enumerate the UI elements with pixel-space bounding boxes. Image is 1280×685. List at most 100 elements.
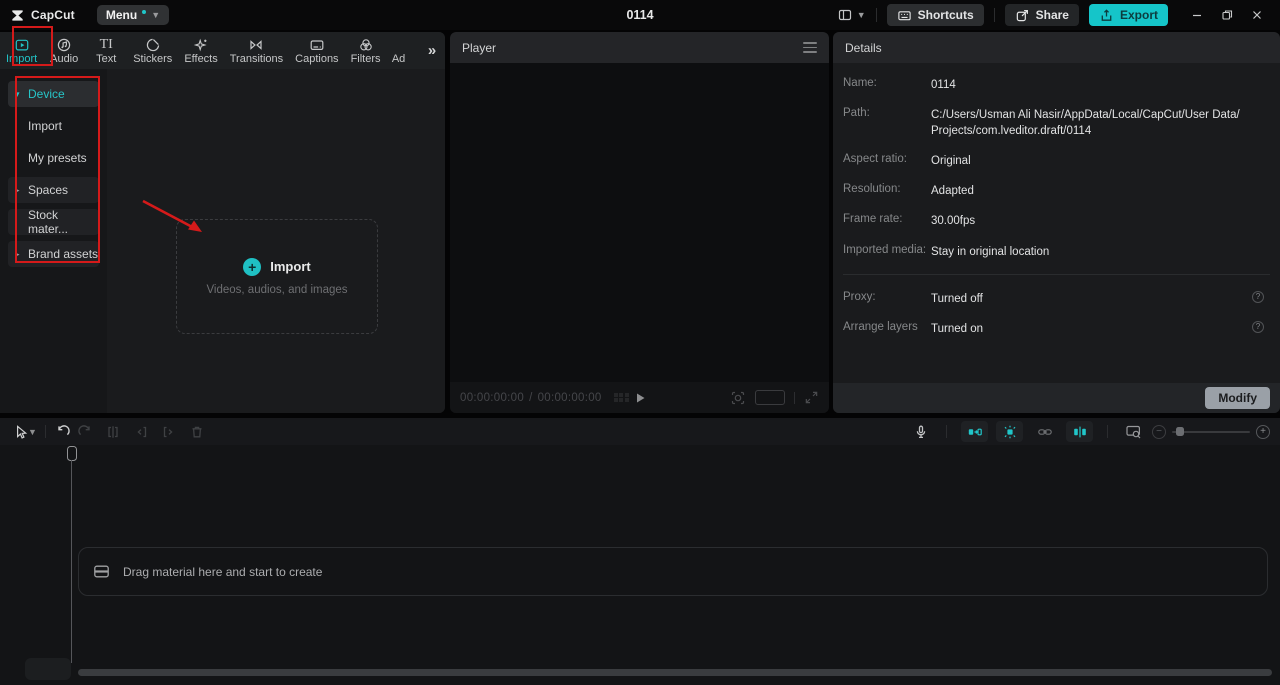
sidebar-item-import[interactable]: Import bbox=[8, 113, 99, 139]
record-voiceover-icon[interactable] bbox=[910, 421, 932, 443]
import-dropzone-title: Import bbox=[270, 259, 311, 274]
divider bbox=[1107, 425, 1108, 438]
sidebar-item-stock-materials[interactable]: Stock mater... bbox=[8, 208, 99, 236]
chevron-down-icon[interactable]: ▼ bbox=[28, 427, 37, 437]
import-dropzone[interactable]: + Import Videos, audios, and images bbox=[176, 219, 378, 334]
horizontal-scrollbar[interactable] bbox=[78, 669, 1272, 676]
timeline-zoom-control: − + bbox=[1152, 424, 1270, 439]
menu-notification-dot bbox=[142, 10, 147, 14]
divider bbox=[875, 8, 877, 22]
app-logo: CapCut bbox=[0, 8, 85, 23]
zoom-slider-handle[interactable] bbox=[1176, 427, 1184, 436]
split-icon[interactable] bbox=[102, 421, 124, 443]
tab-filters[interactable]: Filters bbox=[345, 32, 387, 69]
detail-row-frame-rate: Frame rate: 30.00fps bbox=[843, 213, 976, 228]
more-tabs-button[interactable]: » bbox=[419, 32, 445, 69]
captions-icon bbox=[310, 39, 324, 50]
delete-right-icon[interactable] bbox=[158, 421, 180, 443]
triangle-right-icon: ▸ bbox=[15, 184, 20, 195]
divider bbox=[993, 8, 995, 22]
share-button[interactable]: Share bbox=[1004, 4, 1079, 26]
detail-row-aspect-ratio: Aspect ratio: Original bbox=[843, 153, 971, 168]
focus-fit-icon[interactable] bbox=[730, 390, 746, 406]
play-button[interactable] bbox=[634, 392, 646, 404]
menu-button[interactable]: Menu ▼ bbox=[96, 5, 170, 25]
auto-snapping-icon[interactable] bbox=[996, 421, 1023, 442]
sidebar-item-brand-assets[interactable]: ▸ Brand assets bbox=[8, 241, 99, 267]
fullscreen-icon[interactable] bbox=[804, 390, 819, 405]
chevron-down-icon: ▼ bbox=[151, 10, 161, 20]
triangle-right-icon: ▸ bbox=[15, 248, 20, 259]
details-footer: Modify bbox=[833, 383, 1280, 413]
material-layout-icon[interactable] bbox=[1122, 421, 1144, 443]
redo-icon[interactable] bbox=[74, 421, 96, 443]
import-icon bbox=[15, 39, 28, 51]
tab-stickers[interactable]: Stickers bbox=[127, 32, 178, 69]
detail-row-proxy: Proxy: Turned off ? bbox=[843, 290, 1270, 307]
detail-row-path: Path: C:/Users/Usman Ali Nasir/AppData/L… bbox=[843, 107, 1240, 138]
media-panel: Import Audio TI Text Stickers Effects Tr… bbox=[0, 32, 445, 413]
tab-text[interactable]: TI Text bbox=[85, 32, 127, 69]
info-icon[interactable]: ? bbox=[1252, 290, 1264, 303]
capcut-window: 0114 CapCut Menu ▼ ▼ Shortcuts Share Exp… bbox=[0, 0, 1280, 685]
close-button[interactable] bbox=[1244, 4, 1270, 26]
playhead-line bbox=[71, 460, 72, 663]
magnetic-snap-icon[interactable] bbox=[961, 421, 988, 442]
sidebar-item-spaces[interactable]: ▸ Spaces bbox=[8, 177, 99, 203]
sidebar-item-my-presets[interactable]: My presets bbox=[8, 145, 99, 171]
tab-captions[interactable]: Captions bbox=[289, 32, 344, 69]
tab-effects[interactable]: Effects bbox=[178, 32, 223, 69]
timecode: 00:00:00:00 / 00:00:00:00 bbox=[460, 391, 602, 404]
frame-preview-icon[interactable] bbox=[613, 392, 629, 403]
export-icon bbox=[1099, 8, 1114, 23]
divider bbox=[794, 391, 795, 404]
tab-adjustment[interactable]: Ad bbox=[387, 32, 411, 69]
panel-layout-icon bbox=[837, 7, 853, 23]
detail-row-arrange-layers: Arrange layers Turned on ? bbox=[843, 320, 1270, 337]
info-icon[interactable]: ? bbox=[1252, 320, 1264, 333]
capcut-logo-icon bbox=[10, 8, 25, 23]
divider bbox=[946, 425, 947, 438]
delete-left-icon[interactable] bbox=[130, 421, 152, 443]
media-sidebar: ▾ Device Import My presets ▸ Spaces Stoc… bbox=[0, 69, 107, 413]
import-dropzone-subtitle: Videos, audios, and images bbox=[206, 283, 348, 296]
tab-transitions[interactable]: Transitions bbox=[224, 32, 289, 69]
chevron-down-icon: ▼ bbox=[856, 10, 866, 20]
timeline-corner-tile bbox=[25, 658, 71, 680]
shortcuts-button[interactable]: Shortcuts bbox=[886, 4, 984, 26]
player-controls: 00:00:00:00 / 00:00:00:00 bbox=[450, 382, 829, 413]
app-name: CapCut bbox=[31, 8, 75, 22]
minimize-button[interactable] bbox=[1184, 4, 1210, 26]
share-icon bbox=[1015, 8, 1030, 23]
triangle-down-icon: ▾ bbox=[15, 88, 20, 99]
detail-row-imported-media: Imported media: Stay in original locatio… bbox=[843, 243, 1050, 258]
zoom-slider[interactable] bbox=[1172, 427, 1250, 436]
linking-icon[interactable] bbox=[1031, 421, 1058, 442]
ratio-selector[interactable] bbox=[755, 390, 785, 405]
player-viewport bbox=[450, 63, 829, 382]
tab-audio[interactable]: Audio bbox=[43, 32, 85, 69]
modify-button[interactable]: Modify bbox=[1205, 387, 1270, 409]
details-title: Details bbox=[845, 40, 882, 55]
zoom-out-icon[interactable]: − bbox=[1152, 424, 1166, 439]
delete-icon[interactable] bbox=[186, 421, 208, 443]
layout-switch-button[interactable]: ▼ bbox=[837, 7, 866, 23]
media-tabbar: Import Audio TI Text Stickers Effects Tr… bbox=[0, 32, 445, 69]
preview-axis-icon[interactable] bbox=[1066, 421, 1093, 442]
player-title: Player bbox=[462, 40, 497, 55]
text-icon: TI bbox=[99, 36, 113, 52]
divider bbox=[44, 425, 46, 438]
undo-icon[interactable] bbox=[52, 421, 74, 443]
export-button[interactable]: Export bbox=[1088, 4, 1168, 26]
zoom-in-icon[interactable]: + bbox=[1256, 424, 1270, 439]
playhead-handle[interactable] bbox=[67, 446, 77, 461]
sidebar-item-device[interactable]: ▾ Device bbox=[8, 81, 99, 107]
timeline-toolbar: ▼ − + bbox=[0, 418, 1280, 445]
audio-icon bbox=[57, 38, 71, 51]
player-menu-icon[interactable] bbox=[803, 42, 817, 53]
tab-import[interactable]: Import bbox=[0, 32, 43, 69]
timeline-drop-area[interactable]: Drag material here and start to create bbox=[78, 547, 1268, 596]
details-body: Name: 0114 Path: C:/Users/Usman Ali Nasi… bbox=[833, 63, 1280, 383]
details-panel: Details Name: 0114 Path: C:/Users/Usman … bbox=[833, 32, 1280, 413]
restore-button[interactable] bbox=[1214, 4, 1240, 26]
